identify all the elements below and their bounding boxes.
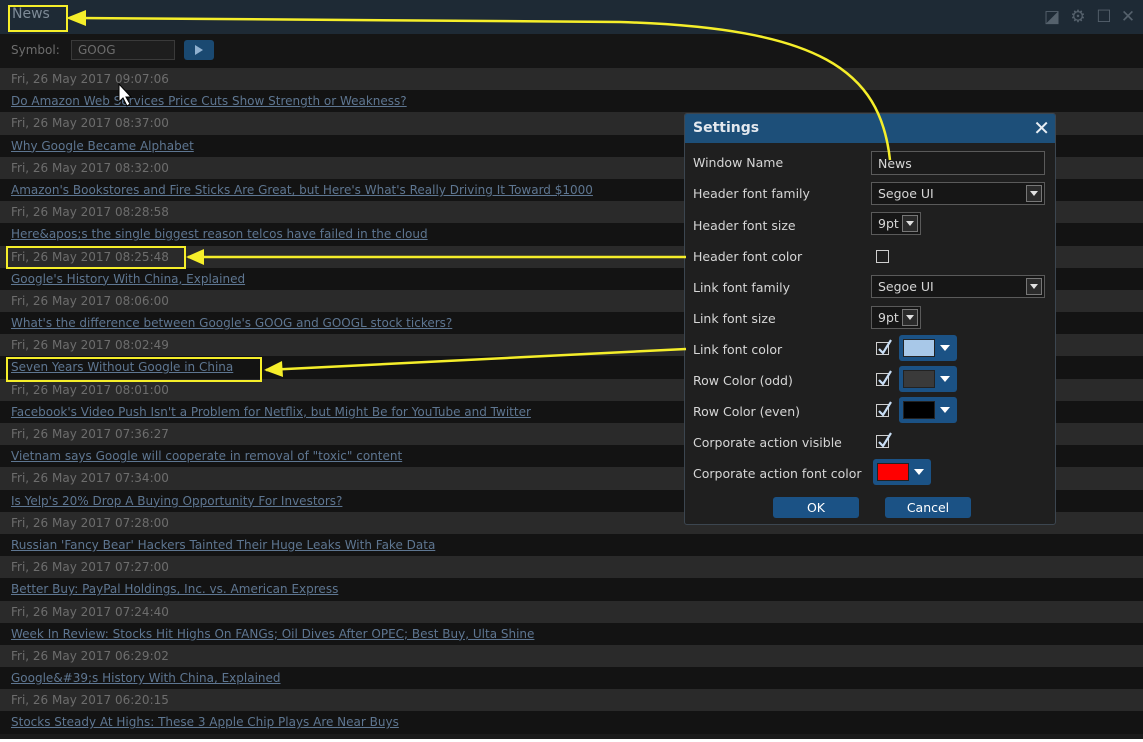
arrow-link-font-color	[265, 347, 687, 372]
mouse-cursor-icon	[118, 82, 133, 107]
arrow-head-date	[186, 249, 204, 265]
arrow-window-name	[77, 16, 892, 161]
arrow-head-link	[264, 361, 283, 377]
annotation-arrows	[66, 10, 892, 377]
arrow-head-title	[66, 10, 86, 26]
